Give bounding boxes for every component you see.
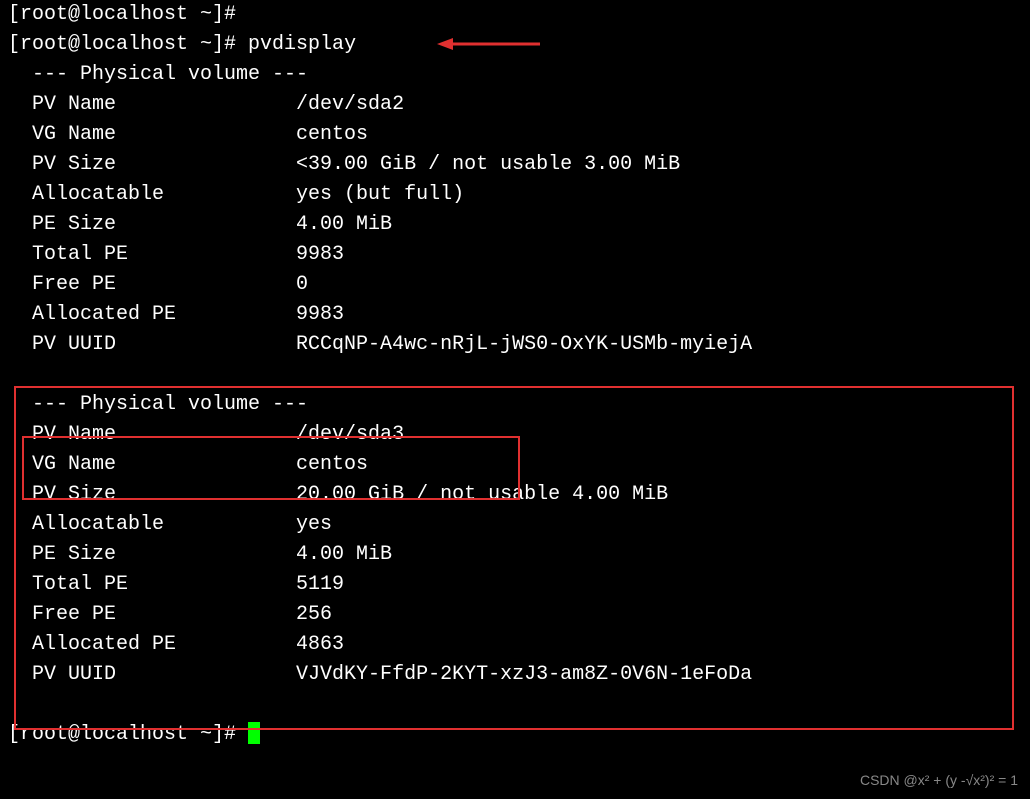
terminal-output[interactable]: [root@localhost ~]# [root@localhost ~]# … <box>0 0 1030 750</box>
blank-line <box>8 363 44 386</box>
pv1-freepe-row: Free PE 0 <box>8 273 308 296</box>
prompt-line-partial: [root@localhost ~]# <box>8 3 236 26</box>
pv1-name-row: PV Name /dev/sda2 <box>8 93 404 116</box>
cursor-icon <box>248 722 260 744</box>
pv2-uuid-row: PV UUID VJVdKY-FfdP-2KYT-xzJ3-am8Z-0V6N-… <box>8 663 752 686</box>
pv-section-header-2: --- Physical volume --- <box>8 393 308 416</box>
pv2-vgname-row: VG Name centos <box>8 453 368 476</box>
pv2-alloc-row: Allocatable yes <box>8 513 332 536</box>
pv2-size-row: PV Size 20.00 GiB / not usable 4.00 MiB <box>8 483 668 506</box>
pv2-totalpe-row: Total PE 5119 <box>8 573 344 596</box>
pv2-pesize-row: PE Size 4.00 MiB <box>8 543 392 566</box>
pv1-vgname-row: VG Name centos <box>8 123 368 146</box>
pv2-name-row: PV Name /dev/sda3 <box>8 423 404 446</box>
prompt-line: [root@localhost ~]# pvdisplay <box>8 33 356 56</box>
pv1-totalpe-row: Total PE 9983 <box>8 243 344 266</box>
command: pvdisplay <box>248 33 356 56</box>
pv1-alloc-row: Allocatable yes (but full) <box>8 183 464 206</box>
prompt-idle[interactable]: [root@localhost ~]# <box>8 723 260 746</box>
pv1-pesize-row: PE Size 4.00 MiB <box>8 213 392 236</box>
pv2-allocpe-row: Allocated PE 4863 <box>8 633 344 656</box>
watermark-text: CSDN @x² + (y -√x²)² = 1 <box>860 770 1018 791</box>
blank-line-2 <box>8 693 44 716</box>
pv1-allocpe-row: Allocated PE 9983 <box>8 303 344 326</box>
pv-section-header: --- Physical volume --- <box>8 63 308 86</box>
pv2-freepe-row: Free PE 256 <box>8 603 332 626</box>
pv1-size-row: PV Size <39.00 GiB / not usable 3.00 MiB <box>8 153 680 176</box>
pv1-uuid-row: PV UUID RCCqNP-A4wc-nRjL-jWS0-OxYK-USMb-… <box>8 333 752 356</box>
